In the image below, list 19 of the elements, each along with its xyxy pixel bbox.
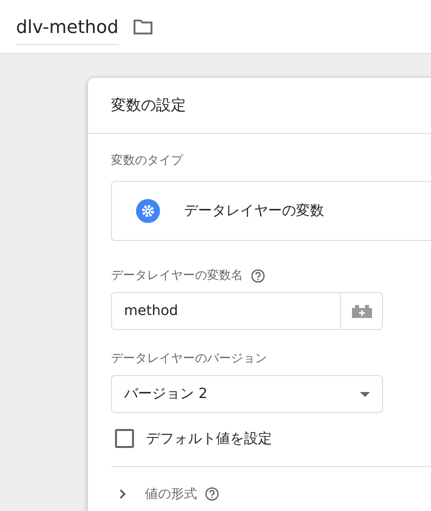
folder-icon[interactable] [132,18,153,34]
help-icon[interactable] [205,487,219,501]
input-field[interactable]: method [111,292,341,330]
chevron-icon[interactable] [119,489,127,499]
help-icon[interactable] [251,268,265,282]
section-toggle[interactable]: 値の形式 [145,485,197,503]
checkbox-label: デフォルト値を設定 [146,430,272,448]
checkbox[interactable] [115,429,134,448]
card-title: 変数の設定 [111,96,186,115]
gear-icon [136,199,160,223]
brick-plus-icon [350,304,372,318]
caret-icon [360,392,370,396]
field-label: データレイヤーの変数名 [111,267,243,284]
variable-type-selector[interactable]: データレイヤーの変数 [111,181,431,241]
version-dropdown[interactable]: バージョン 2 [111,375,383,413]
variable-name-title[interactable]: dlv-method [16,12,119,44]
variable-picker-button[interactable] [341,292,383,330]
field-label: データレイヤーのバージョン [111,350,267,367]
section-label: 変数のタイプ [111,152,183,169]
